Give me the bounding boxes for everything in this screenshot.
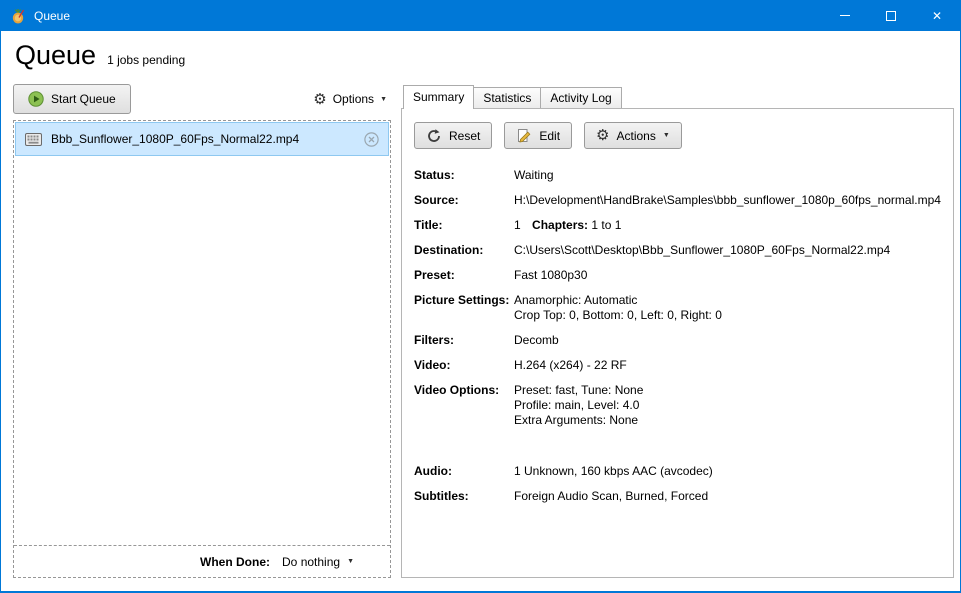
picture-settings-line2: Crop Top: 0, Bottom: 0, Left: 0, Right: … (514, 308, 722, 323)
picture-settings-label: Picture Settings: (414, 293, 514, 323)
source-label: Source: (414, 193, 514, 208)
gear-icon: ⚙ (596, 128, 609, 143)
main-layout: Start Queue ⚙ Options ▼ (13, 84, 948, 578)
filters-value: Decomb (514, 333, 559, 348)
queue-left-panel: Start Queue ⚙ Options ▼ (13, 84, 391, 578)
queue-item[interactable]: Bbb_Sunflower_1080P_60Fps_Normal22.mp4 (15, 122, 389, 156)
reset-label: Reset (449, 129, 480, 143)
job-details-panel: Summary Statistics Activity Log (401, 85, 954, 578)
picture-settings-value: Anamorphic: Automatic Crop Top: 0, Botto… (514, 293, 722, 323)
when-done-value: Do nothing (282, 555, 340, 569)
start-queue-button[interactable]: Start Queue (13, 84, 131, 114)
title-value: 1 Chapters: 1 to 1 (514, 218, 621, 233)
options-label: Options (333, 92, 374, 106)
start-queue-label: Start Queue (51, 92, 116, 106)
tab-activity-log[interactable]: Activity Log (540, 87, 621, 108)
summary-row-video-options: Video Options: Preset: fast, Tune: None … (414, 383, 941, 428)
actions-button[interactable]: ⚙ Actions ▼ (584, 122, 682, 149)
jobs-pending-label: 1 jobs pending (107, 53, 185, 67)
preset-value: Fast 1080p30 (514, 268, 587, 283)
summary-details: Status: Waiting Source: H:\Development\H… (414, 168, 941, 504)
summary-row-preset: Preset: Fast 1080p30 (414, 268, 941, 283)
status-label: Status: (414, 168, 514, 183)
when-done-row: When Done: Do nothing ▼ (14, 545, 390, 577)
video-options-line2: Profile: main, Level: 4.0 (514, 398, 643, 413)
page-header: Queue 1 jobs pending (13, 40, 948, 71)
window-title: Queue (34, 9, 70, 23)
summary-row-filters: Filters: Decomb (414, 333, 941, 348)
queue-toolbar: Start Queue ⚙ Options ▼ (13, 84, 391, 114)
summary-row-audio: Audio: 1 Unknown, 160 kbps AAC (avcodec) (414, 464, 941, 479)
chapters-label: Chapters: (532, 218, 588, 232)
video-options-value: Preset: fast, Tune: None Profile: main, … (514, 383, 643, 428)
tab-summary[interactable]: Summary (403, 85, 474, 109)
audio-value: 1 Unknown, 160 kbps AAC (avcodec) (514, 464, 713, 479)
remove-job-button[interactable] (364, 132, 379, 147)
when-done-label: When Done: (200, 555, 270, 569)
summary-row-video: Video: H.264 (x264) - 22 RF (414, 358, 941, 373)
subtitles-label: Subtitles: (414, 489, 514, 504)
video-label: Video: (414, 358, 514, 373)
actions-label: Actions (617, 129, 656, 143)
video-value: H.264 (x264) - 22 RF (514, 358, 627, 373)
window-controls: ✕ (822, 0, 960, 31)
status-value: Waiting (514, 168, 554, 183)
destination-value: C:\Users\Scott\Desktop\Bbb_Sunflower_108… (514, 243, 890, 258)
chevron-down-icon: ▼ (347, 558, 354, 565)
when-done-dropdown[interactable]: Do nothing ▼ (282, 555, 354, 569)
summary-row-destination: Destination: C:\Users\Scott\Desktop\Bbb_… (414, 243, 941, 258)
preset-label: Preset: (414, 268, 514, 283)
queue-list: Bbb_Sunflower_1080P_60Fps_Normal22.mp4 (14, 121, 390, 545)
chapters-value: 1 to 1 (591, 218, 621, 232)
tab-statistics[interactable]: Statistics (473, 87, 541, 108)
play-icon (28, 91, 44, 107)
queue-list-box: Bbb_Sunflower_1080P_60Fps_Normal22.mp4 W… (13, 120, 391, 578)
content-area: Queue 1 jobs pending Start Queue (1, 31, 960, 591)
edit-label: Edit (539, 129, 560, 143)
maximize-icon (886, 11, 896, 21)
title-label: Title: (414, 218, 514, 233)
summary-row-source: Source: H:\Development\HandBrake\Samples… (414, 193, 941, 208)
edit-button[interactable]: Edit (504, 122, 572, 149)
handbrake-logo-icon (10, 8, 26, 24)
picture-settings-line1: Anamorphic: Automatic (514, 293, 722, 308)
reset-button[interactable]: Reset (414, 122, 492, 149)
queue-item-filename: Bbb_Sunflower_1080P_60Fps_Normal22.mp4 (51, 132, 299, 146)
video-options-label: Video Options: (414, 383, 514, 428)
summary-row-status: Status: Waiting (414, 168, 941, 183)
detail-tabs: Summary Statistics Activity Log (401, 85, 954, 108)
close-icon: ✕ (932, 9, 942, 23)
summary-row-subtitles: Subtitles: Foreign Audio Scan, Burned, F… (414, 489, 941, 504)
minimize-icon (840, 15, 850, 16)
destination-label: Destination: (414, 243, 514, 258)
video-file-icon (25, 133, 42, 146)
gear-icon: ⚙ (313, 92, 326, 107)
maximize-button[interactable] (868, 0, 914, 31)
options-button[interactable]: ⚙ Options ▼ (309, 92, 391, 107)
close-button[interactable]: ✕ (914, 0, 960, 31)
chevron-down-icon: ▼ (380, 96, 387, 103)
filters-label: Filters: (414, 333, 514, 348)
refresh-icon (426, 128, 442, 144)
summary-row-title: Title: 1 Chapters: 1 to 1 (414, 218, 941, 233)
edit-pencil-icon (516, 128, 532, 144)
video-options-line1: Preset: fast, Tune: None (514, 383, 643, 398)
source-value: H:\Development\HandBrake\Samples\bbb_sun… (514, 193, 941, 208)
summary-tab-panel: Reset Edit ⚙ (401, 108, 954, 578)
audio-label: Audio: (414, 464, 514, 479)
page-title: Queue (15, 40, 96, 71)
titlebar: Queue ✕ (1, 0, 960, 31)
summary-row-picture-settings: Picture Settings: Anamorphic: Automatic … (414, 293, 941, 323)
summary-toolbar: Reset Edit ⚙ (414, 122, 941, 149)
subtitles-value: Foreign Audio Scan, Burned, Forced (514, 489, 708, 504)
video-options-line3: Extra Arguments: None (514, 413, 643, 428)
minimize-button[interactable] (822, 0, 868, 31)
title-number: 1 (514, 218, 521, 232)
queue-window: Queue ✕ Queue 1 jobs pending (0, 0, 961, 593)
chevron-down-icon: ▼ (663, 132, 670, 139)
